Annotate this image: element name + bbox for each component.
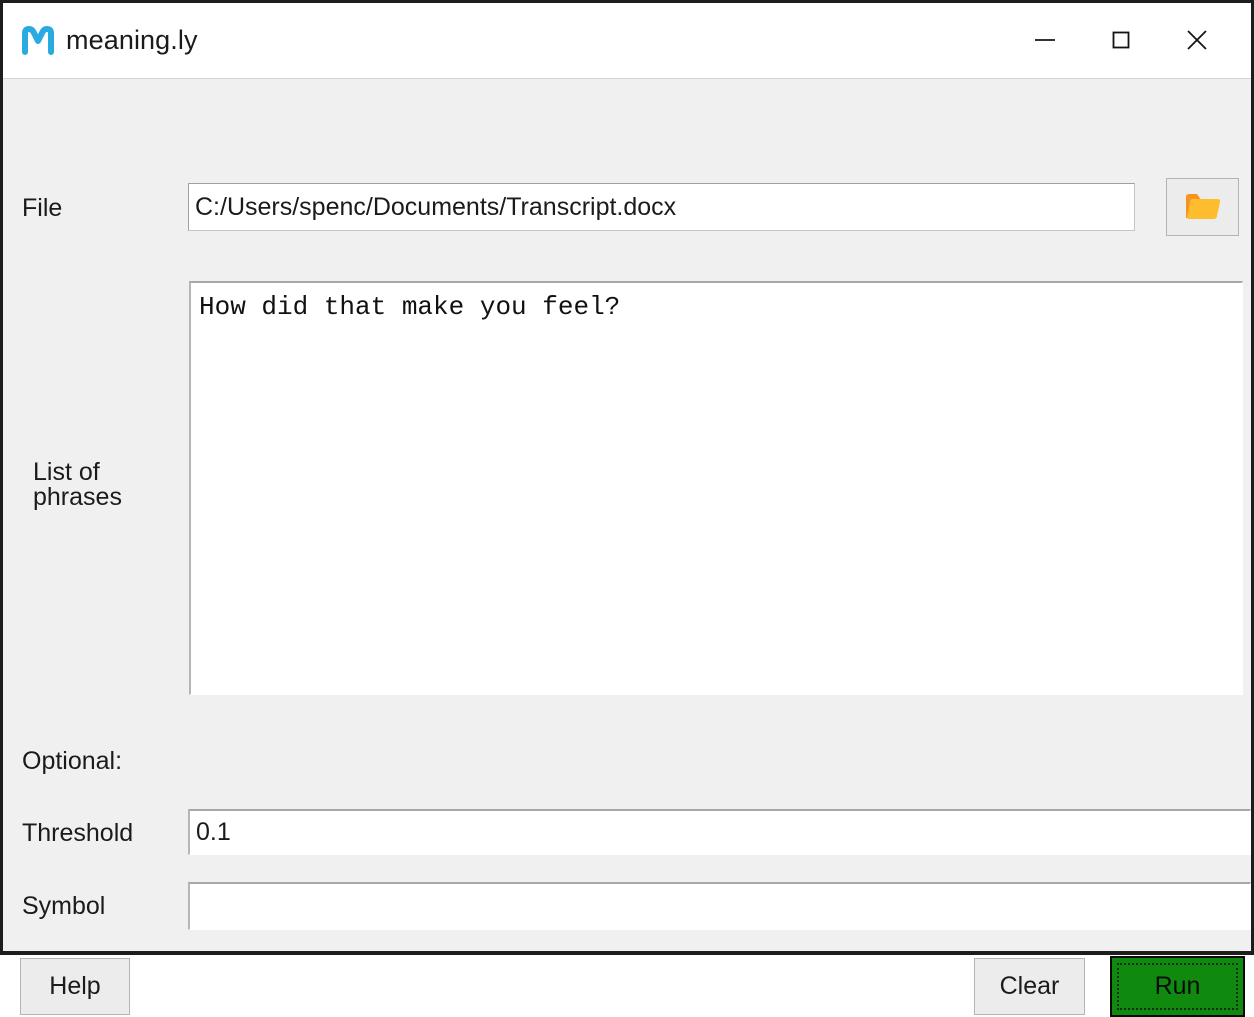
threshold-label: Threshold: [22, 819, 134, 847]
app-title: meaning.ly: [66, 25, 198, 55]
app-window: meaning.ly File C:/Users/spenc/Documents…: [0, 0, 1254, 1017]
maximize-icon[interactable]: [1083, 3, 1159, 77]
run-button-label: Run: [1154, 972, 1201, 1000]
phrases-label: List of phrases: [33, 458, 122, 511]
folder-open-icon: [1184, 191, 1222, 223]
minimize-icon[interactable]: [1007, 3, 1083, 77]
threshold-input[interactable]: [188, 809, 1251, 855]
title-bar: meaning.ly: [3, 3, 1251, 79]
run-button[interactable]: Run: [1110, 956, 1245, 1017]
close-icon[interactable]: [1159, 3, 1235, 77]
browse-file-button[interactable]: [1166, 178, 1239, 236]
symbol-input[interactable]: [188, 882, 1251, 930]
file-label: File: [22, 194, 63, 222]
help-button[interactable]: Help: [20, 958, 130, 1015]
window-controls: [1007, 3, 1251, 77]
optional-section-label: Optional:: [22, 747, 123, 775]
phrases-textarea[interactable]: [189, 281, 1243, 695]
m-logo-icon: [16, 19, 60, 63]
file-path-input[interactable]: [188, 183, 1135, 231]
form-area: File List of phrases Optional: Threshold…: [3, 79, 1251, 1017]
clear-button[interactable]: Clear: [974, 958, 1085, 1015]
symbol-label: Symbol: [22, 892, 106, 920]
